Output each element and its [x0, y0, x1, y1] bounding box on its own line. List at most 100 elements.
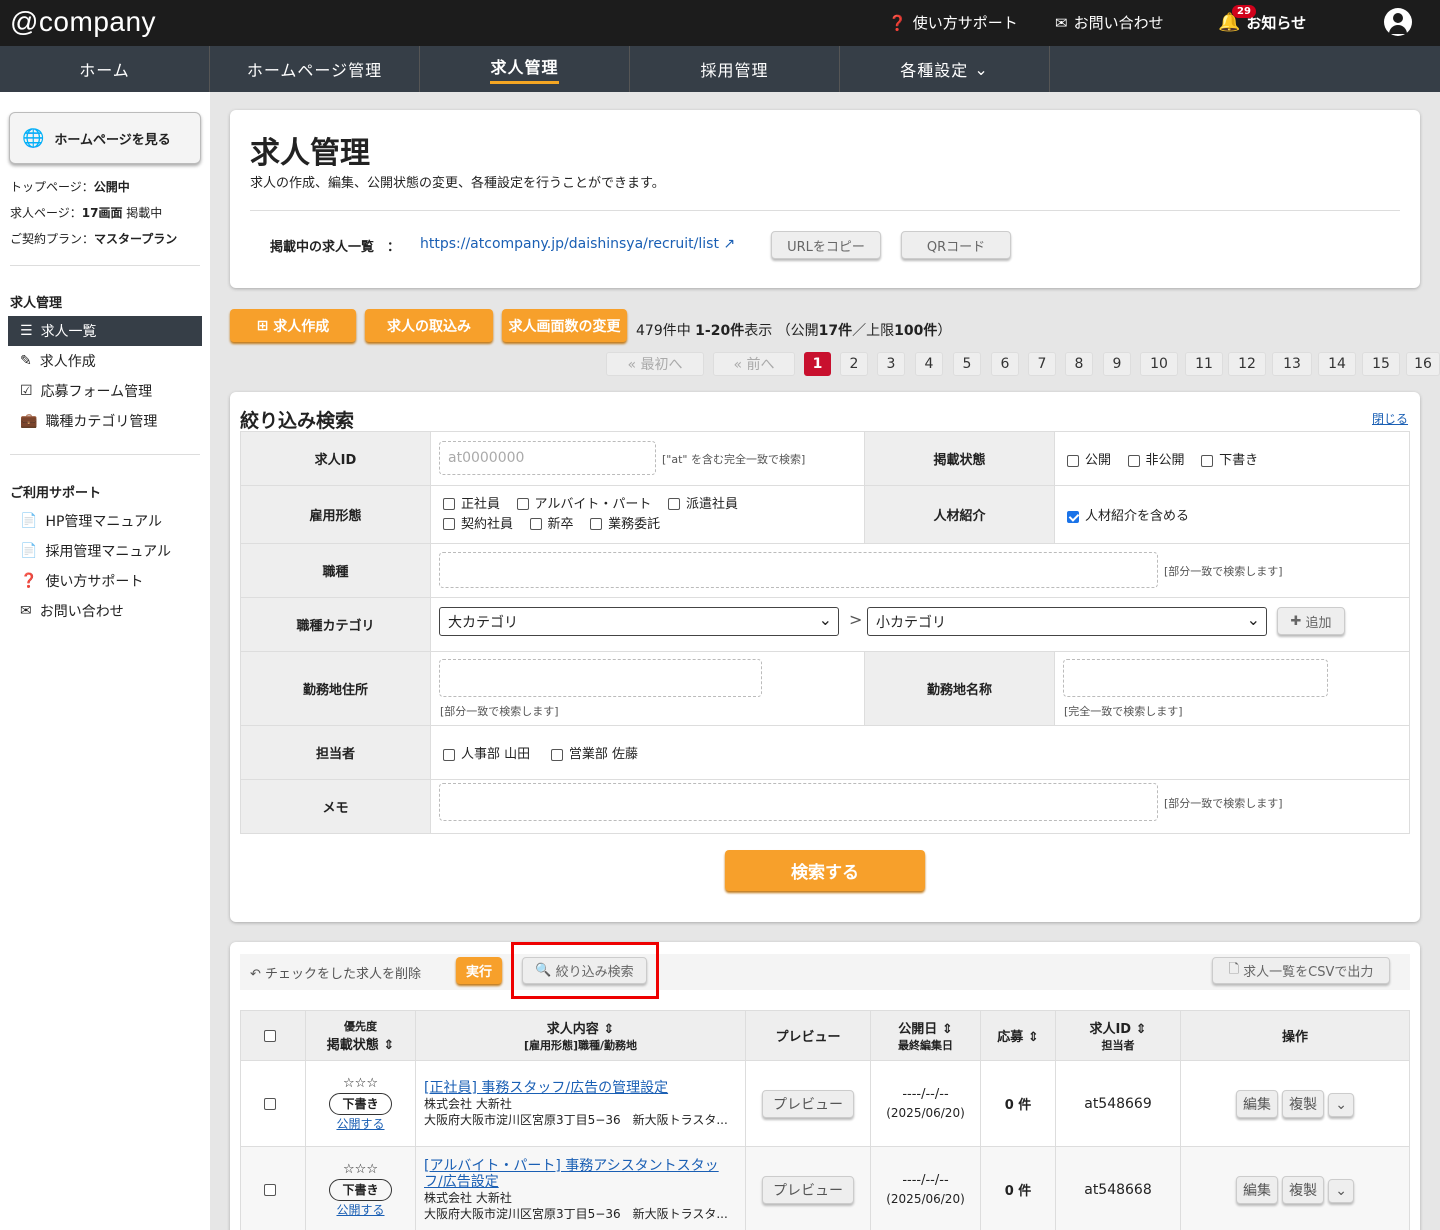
edit-button[interactable]: 編集 — [1235, 1175, 1278, 1204]
page-14[interactable]: 14 — [1318, 352, 1356, 376]
emp-parttime-checkbox[interactable]: アルバイト・パート — [516, 497, 651, 512]
sidebar-item-category[interactable]: 💼 職種カテゴリ管理 — [8, 406, 202, 436]
staff-yamada-checkbox[interactable]: 人事部 山田 — [443, 747, 530, 762]
notice-link[interactable]: 🔔 お知らせ — [1218, 12, 1306, 33]
page-4[interactable]: 4 — [915, 352, 943, 376]
page-prev-button[interactable]: « 前へ — [713, 352, 795, 376]
change-pages-button[interactable]: 求人画面数の変更 — [502, 309, 627, 342]
csv-export-button[interactable]: 🗋 求人一覧をCSVで出力 — [1212, 957, 1390, 984]
priority-stars[interactable]: ☆☆☆ — [306, 1161, 415, 1179]
preview-button[interactable]: プレビュー — [762, 1089, 854, 1118]
view-homepage-button[interactable]: 🌐 ホームページを見る — [9, 112, 201, 164]
address-input[interactable] — [439, 659, 762, 697]
emp-outsource-checkbox[interactable]: 業務委託 — [590, 517, 660, 532]
col-date[interactable]: 公開日 ⇕ 最終編集日 — [870, 1010, 981, 1061]
page-16[interactable]: 16 — [1406, 352, 1440, 376]
col-priority[interactable]: 優先度 掲載状態 ⇕ — [305, 1010, 416, 1061]
page-13[interactable]: 13 — [1272, 352, 1312, 376]
create-job-button[interactable]: ⊞ 求人作成 — [230, 309, 356, 342]
page-5[interactable]: 5 — [953, 352, 981, 376]
page-9[interactable]: 9 — [1103, 352, 1131, 376]
nav-job-management[interactable]: 求人管理 — [420, 46, 630, 92]
nav-hp-management[interactable]: ホームページ管理 — [210, 46, 420, 92]
page-10[interactable]: 10 — [1140, 352, 1178, 376]
status-badge: 下書き — [329, 1178, 392, 1201]
nav-home[interactable]: ホーム — [0, 46, 210, 92]
publish-link[interactable]: 公開する — [306, 1115, 415, 1133]
emp-fulltime-checkbox[interactable]: 正社員 — [443, 497, 500, 512]
nav-settings[interactable]: 各種設定 ⌄ — [840, 46, 1050, 92]
sidebar-item-support[interactable]: ❓ 使い方サポート — [8, 566, 202, 596]
execute-button[interactable]: 実行 — [456, 957, 502, 984]
row-checkbox[interactable] — [264, 1183, 276, 1196]
logo[interactable]: @company — [10, 6, 156, 38]
agent-checkbox[interactable]: 人材紹介を含める — [1067, 509, 1189, 524]
page-2[interactable]: 2 — [840, 352, 868, 376]
avatar[interactable] — [1384, 8, 1412, 36]
page-3[interactable]: 3 — [877, 352, 905, 376]
copy-button[interactable]: 複製 — [1282, 1175, 1325, 1204]
contact-link[interactable]: ✉ お問い合わせ — [1055, 12, 1164, 33]
job-title-link[interactable]: [アルバイト・パート] 事務アシスタントスタッフ/広告設定 — [424, 1158, 737, 1190]
list-url-link[interactable]: https://atcompany.jp/daishinsya/recruit/… — [420, 236, 735, 252]
page-11[interactable]: 11 — [1185, 352, 1223, 376]
page-1[interactable]: 1 — [804, 352, 831, 376]
notice-badge: 29 — [1232, 5, 1256, 18]
col-content[interactable]: 求人内容 ⇕ [雇用形態]職種/勤務地 — [415, 1010, 746, 1061]
page-first-button[interactable]: « 最初へ — [606, 352, 704, 376]
sidebar-item-job-create[interactable]: ✎ 求人作成 — [8, 346, 202, 376]
emp-contract-checkbox[interactable]: 契約社員 — [443, 517, 513, 532]
copy-url-button[interactable]: URLをコピー — [771, 231, 881, 259]
filter-close-link[interactable]: 閉じる — [1372, 410, 1408, 427]
copy-button[interactable]: 複製 — [1282, 1089, 1325, 1118]
memo-input[interactable] — [439, 783, 1158, 821]
globe-icon: 🌐 — [22, 127, 45, 149]
edit-button[interactable]: 編集 — [1235, 1089, 1278, 1118]
publish-link[interactable]: 公開する — [306, 1201, 415, 1219]
select-all-cell[interactable] — [240, 1010, 306, 1061]
small-category-select[interactable]: 小カテゴリ — [867, 607, 1267, 636]
status-public-checkbox[interactable]: 公開 — [1067, 453, 1111, 468]
sidebar-item-recruit-manual[interactable]: 📄 採用管理マニュアル — [8, 536, 202, 566]
import-job-button[interactable]: 求人の取込み — [365, 309, 493, 342]
page-8[interactable]: 8 — [1065, 352, 1093, 376]
qr-code-button[interactable]: QRコード — [901, 231, 1011, 259]
staff-sato-checkbox[interactable]: 営業部 佐藤 — [550, 747, 638, 762]
preview-button[interactable]: プレビュー — [762, 1175, 854, 1204]
job-id-note: ["at" を含む完全一致で検索] — [662, 453, 806, 466]
sidebar-item-contact[interactable]: ✉ お問い合わせ — [8, 596, 202, 626]
status-private-checkbox[interactable]: 非公開 — [1127, 453, 1185, 468]
nav-recruit-management[interactable]: 採用管理 — [630, 46, 840, 92]
page-title: 求人管理 — [250, 136, 370, 171]
sidebar-item-hp-manual[interactable]: 📄 HP管理マニュアル — [8, 506, 202, 536]
chevron-right-icon: > — [849, 610, 863, 629]
support-link[interactable]: ❓ 使い方サポート — [888, 12, 1018, 33]
status-draft-checkbox[interactable]: 下書き — [1201, 453, 1258, 468]
chevron-down-icon[interactable]: ⌄ — [1328, 1092, 1354, 1117]
job-input[interactable] — [439, 552, 1158, 588]
page-7[interactable]: 7 — [1028, 352, 1056, 376]
priority-stars[interactable]: ☆☆☆ — [306, 1075, 415, 1093]
sidebar-item-job-list[interactable]: ☰ 求人一覧 — [8, 316, 202, 346]
emp-dispatch-checkbox[interactable]: 派遣社員 — [667, 497, 738, 512]
big-category-select[interactable]: 大カテゴリ — [439, 607, 839, 636]
page-15[interactable]: 15 — [1362, 352, 1400, 376]
status-badge: 下書き — [329, 1092, 392, 1115]
page-12[interactable]: 12 — [1228, 352, 1266, 376]
job-id-input[interactable]: at0000000 — [439, 441, 656, 475]
page-6[interactable]: 6 — [991, 352, 1019, 376]
job-title-link[interactable]: [正社員] 事務スタッフ/広告の管理設定 — [424, 1080, 737, 1096]
search-button[interactable]: 検索する — [725, 850, 925, 891]
main-nav: ホーム ホームページ管理 求人管理 採用管理 各種設定 ⌄ — [0, 46, 1440, 92]
apply-count: 0 件 — [980, 1146, 1056, 1230]
col-apply[interactable]: 応募 ⇕ — [980, 1010, 1056, 1061]
publish-date: ----/--/-- — [902, 1086, 949, 1102]
place-input[interactable] — [1063, 659, 1328, 697]
label-job: 職種 — [240, 543, 431, 598]
row-checkbox[interactable] — [264, 1097, 276, 1110]
add-category-button[interactable]: ✚ 追加 — [1277, 607, 1345, 635]
chevron-down-icon[interactable]: ⌄ — [1328, 1178, 1354, 1203]
sidebar-item-form[interactable]: ☑ 応募フォーム管理 — [8, 376, 202, 406]
col-id[interactable]: 求人ID ⇕ 担当者 — [1055, 1010, 1181, 1061]
emp-newgrad-checkbox[interactable]: 新卒 — [529, 517, 574, 532]
